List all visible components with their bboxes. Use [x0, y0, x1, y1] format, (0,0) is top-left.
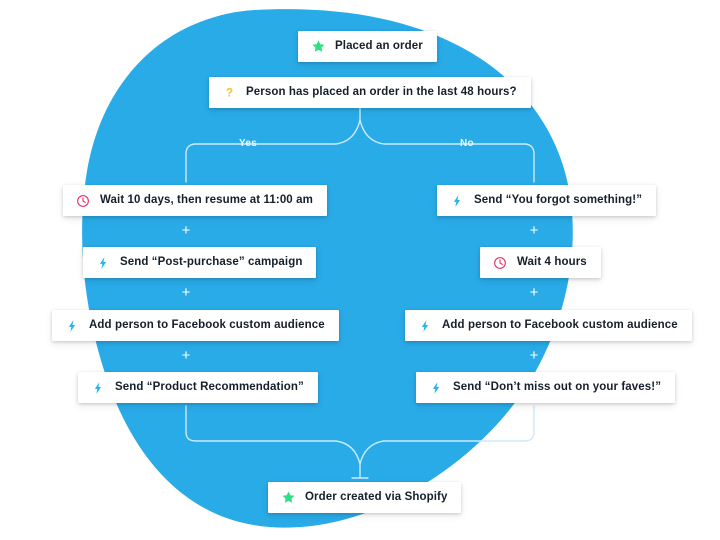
clock-icon	[492, 255, 508, 271]
plus-icon[interactable]: +	[527, 285, 541, 300]
node-yes-wait-10-days[interactable]: Wait 10 days, then resume at 11:00 am	[63, 185, 327, 216]
star-icon	[280, 490, 296, 506]
node-yes-add-to-facebook-audience[interactable]: Add person to Facebook custom audience	[52, 310, 339, 341]
node-no-send-you-forgot-something[interactable]: Send “You forgot something!”	[437, 185, 657, 216]
svg-text:?: ?	[225, 85, 232, 99]
node-label: Send “Post-purchase” campaign	[120, 255, 303, 268]
node-label: Add person to Facebook custom audience	[442, 318, 678, 331]
node-yes-send-post-purchase[interactable]: Send “Post-purchase” campaign	[83, 247, 317, 278]
node-label: Order created via Shopify	[305, 490, 448, 503]
plus-icon[interactable]: +	[179, 285, 193, 300]
node-label: Send “You forgot something!”	[474, 193, 643, 206]
node-trigger-placed-an-order[interactable]: Placed an order	[298, 31, 437, 62]
bolt-icon	[90, 380, 106, 396]
plus-icon[interactable]: +	[179, 223, 193, 238]
bolt-icon	[95, 255, 111, 271]
bolt-icon	[428, 380, 444, 396]
node-no-send-dont-miss-out[interactable]: Send “Don’t miss out on your faves!”	[416, 372, 676, 403]
node-end-order-created-via-shopify[interactable]: Order created via Shopify	[268, 482, 462, 513]
question-icon: ?	[221, 85, 237, 101]
bolt-icon	[64, 318, 80, 334]
node-label: Add person to Facebook custom audience	[89, 318, 325, 331]
clock-icon	[75, 193, 91, 209]
node-label: Wait 4 hours	[517, 255, 587, 268]
bolt-icon	[417, 318, 433, 334]
star-icon	[310, 39, 326, 55]
bolt-icon	[449, 193, 465, 209]
branch-label-yes: Yes	[239, 138, 258, 149]
node-label: Wait 10 days, then resume at 11:00 am	[100, 193, 313, 206]
node-label: Send “Product Recommendation”	[115, 380, 304, 393]
node-no-wait-4-hours[interactable]: Wait 4 hours	[480, 247, 601, 278]
plus-icon[interactable]: +	[527, 348, 541, 363]
node-label: Person has placed an order in the last 4…	[246, 85, 517, 98]
node-no-add-to-facebook-audience[interactable]: Add person to Facebook custom audience	[405, 310, 692, 341]
flowchart-canvas: Yes No Placed an order ? Person has plac…	[0, 0, 720, 540]
node-question-placed-order-48-hours[interactable]: ? Person has placed an order in the last…	[209, 77, 531, 108]
node-label: Placed an order	[335, 39, 423, 52]
node-yes-send-product-recommendation[interactable]: Send “Product Recommendation”	[78, 372, 318, 403]
branch-label-no: No	[460, 138, 474, 149]
node-label: Send “Don’t miss out on your faves!”	[453, 380, 662, 393]
plus-icon[interactable]: +	[179, 348, 193, 363]
plus-icon[interactable]: +	[527, 223, 541, 238]
